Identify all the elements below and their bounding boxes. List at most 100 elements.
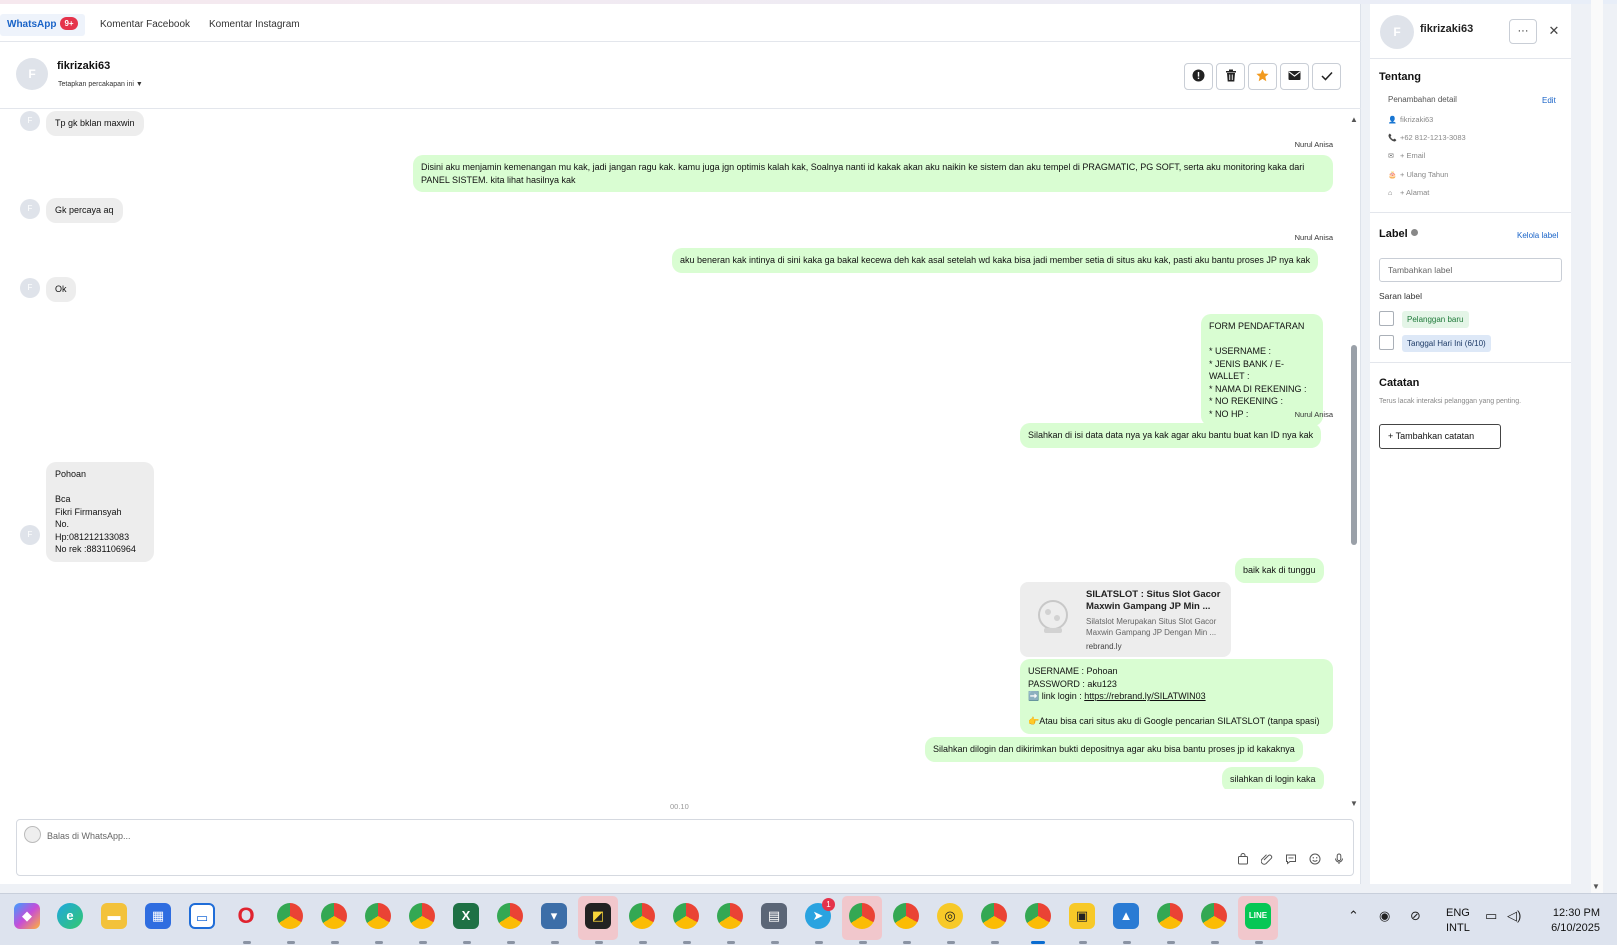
tab-whatsapp[interactable]: WhatsApp 9+ <box>0 14 85 36</box>
login-link[interactable]: https://rebrand.ly/SILATWIN03 <box>1084 691 1205 701</box>
edge-icon[interactable]: e <box>57 903 83 929</box>
detail-email[interactable]: ✉ + Email <box>1388 151 1425 160</box>
app-icon[interactable]: ◎ <box>937 903 963 929</box>
outgoing-message[interactable]: Silahkan dilogin dan dikirimkan bukti de… <box>925 737 1303 762</box>
calculator-icon[interactable]: ▤ <box>761 903 787 929</box>
chrome-icon[interactable] <box>497 903 523 929</box>
chrome-icon[interactable] <box>981 903 1007 929</box>
shopping-bag-icon[interactable] <box>1235 853 1251 869</box>
chevron-up-icon[interactable]: ⌃ <box>1348 908 1359 924</box>
chrome-icon[interactable] <box>409 903 435 929</box>
file-explorer-icon[interactable]: ▬ <box>101 903 127 929</box>
info-button[interactable] <box>1184 63 1213 90</box>
running-indicator <box>991 941 999 944</box>
incoming-message[interactable]: Gk percaya aq <box>46 198 123 223</box>
input-language-indicator[interactable]: ENG INTL <box>1446 906 1470 936</box>
tab-komentar-facebook[interactable]: Komentar Facebook <box>93 14 197 36</box>
detail-address[interactable]: ⌂ + Alamat <box>1388 188 1429 197</box>
phone-icon: 📞 <box>1388 135 1397 142</box>
detail-birthday[interactable]: 🎂 + Ulang Tahun <box>1388 170 1448 179</box>
outgoing-message[interactable]: aku beneran kak intinya di sini kaka ga … <box>672 248 1319 273</box>
reply-input[interactable] <box>47 827 1147 844</box>
pin-conversation-dropdown[interactable]: Tetapkan percakapan ini ▼ <box>58 81 143 88</box>
copilot-icon[interactable]: ◆ <box>14 903 40 929</box>
scroll-down-arrow[interactable]: ▼ <box>1592 882 1600 891</box>
security-icon[interactable]: ◉ <box>1379 908 1390 924</box>
running-indicator <box>595 941 603 944</box>
excel-icon[interactable]: X <box>453 903 479 929</box>
email-button[interactable] <box>1280 63 1309 90</box>
label-title-text: Label <box>1379 228 1408 240</box>
suggestion-chip[interactable]: Pelanggan baru <box>1402 311 1469 328</box>
suggestion-chip[interactable]: Tanggal Hari Ini (6/10) <box>1402 335 1491 352</box>
line-app-icon[interactable]: LINE <box>1245 903 1271 929</box>
incoming-message[interactable]: Ok <box>46 277 76 302</box>
info-icon[interactable] <box>1410 229 1418 236</box>
sticky-notes-icon[interactable]: ◩ <box>585 903 611 929</box>
delete-button[interactable] <box>1216 63 1245 90</box>
resolve-button[interactable] <box>1312 63 1341 90</box>
outgoing-message[interactable]: USERNAME : Pohoan PASSWORD : aku123 ➡️ l… <box>1020 659 1333 734</box>
microphone-icon[interactable] <box>1331 853 1347 869</box>
detail-phone[interactable]: 📞 +62 812-1213-3083 <box>1388 133 1466 142</box>
photos-icon[interactable]: ▲ <box>1113 903 1139 929</box>
add-label-input[interactable] <box>1379 258 1562 282</box>
suggestion-checkbox[interactable] <box>1379 335 1394 350</box>
star-button[interactable] <box>1248 63 1277 90</box>
chrome-icon[interactable] <box>365 903 391 929</box>
close-icon[interactable]: ✕ <box>1546 23 1562 39</box>
mail-app-icon[interactable]: ▾ <box>541 903 567 929</box>
link-preview-card[interactable]: SILATSLOT : Situs Slot Gacor Maxwin Gamp… <box>1020 582 1231 657</box>
incoming-message[interactable]: Tp gk bklan maxwin <box>46 111 144 136</box>
info-icon <box>1192 69 1205 82</box>
incoming-message[interactable]: Pohoan Bca Fikri Firmansyah No. Hp:08121… <box>46 462 154 562</box>
chrome-icon[interactable] <box>321 903 347 929</box>
page-scrollbar[interactable]: ▼ <box>1591 0 1603 893</box>
outgoing-message[interactable]: baik kak di tunggu <box>1235 558 1324 583</box>
message-scrollbar[interactable]: ▲ ▼ <box>1349 115 1359 808</box>
more-options-button[interactable]: ··· <box>1509 19 1537 44</box>
chrome-icon[interactable] <box>1025 903 1051 929</box>
outgoing-message[interactable]: silahkan di login kaka <box>1222 767 1324 789</box>
check-icon <box>1320 71 1333 81</box>
cake-icon: 🎂 <box>1388 172 1397 179</box>
attachment-icon[interactable] <box>1259 853 1275 869</box>
volume-icon[interactable]: ◁) <box>1507 908 1521 924</box>
edit-details-link[interactable]: Edit <box>1542 96 1556 105</box>
clock-date: 6/10/2025 <box>1551 922 1600 934</box>
chrome-icon[interactable] <box>1157 903 1183 929</box>
manage-labels-link[interactable]: Kelola label <box>1517 231 1558 240</box>
chrome-icon[interactable] <box>629 903 655 929</box>
opera-icon[interactable]: O <box>233 903 259 929</box>
chrome-icon[interactable] <box>1201 903 1227 929</box>
window-icon[interactable]: ▭ <box>189 903 215 929</box>
running-indicator <box>551 941 559 944</box>
emoji-icon[interactable] <box>1307 853 1323 869</box>
add-note-button[interactable]: + Tambahkan catatan <box>1379 424 1501 449</box>
pin-label: Tetapkan percakapan ini <box>58 81 134 88</box>
chrome-icon[interactable] <box>849 903 875 929</box>
display-icon[interactable]: ▭ <box>1485 908 1497 924</box>
scroll-down-arrow[interactable]: ▼ <box>1350 799 1358 808</box>
scroll-up-arrow[interactable]: ▲ <box>1350 115 1358 124</box>
detail-value: + Alamat <box>1400 188 1430 197</box>
suggestion-checkbox[interactable] <box>1379 311 1394 326</box>
app-icon[interactable]: ▣ <box>1069 903 1095 929</box>
chrome-icon[interactable] <box>277 903 303 929</box>
quick-reply-icon[interactable] <box>1283 853 1299 869</box>
outgoing-message[interactable]: Disini aku menjamin kemenangan mu kak, j… <box>413 155 1333 192</box>
message-list[interactable]: F Tp gk bklan maxwin Nurul Anisa Disini … <box>8 111 1348 789</box>
lang-layout: INTL <box>1446 922 1470 934</box>
chrome-icon[interactable] <box>717 903 743 929</box>
store-icon[interactable]: ▦ <box>145 903 171 929</box>
contact-avatar[interactable]: F <box>1380 15 1414 49</box>
tab-komentar-instagram[interactable]: Komentar Instagram <box>202 14 307 36</box>
outgoing-message[interactable]: Silahkan di isi data data nya ya kak aga… <box>1020 423 1322 448</box>
clock-time: 12:30 PM <box>1552 907 1600 919</box>
scroll-thumb[interactable] <box>1351 345 1357 545</box>
clock[interactable]: 12:30 PM 6/10/2025 <box>1528 906 1600 936</box>
chrome-icon[interactable] <box>673 903 699 929</box>
chrome-icon[interactable] <box>893 903 919 929</box>
contact-avatar[interactable]: F <box>16 58 48 90</box>
network-icon[interactable]: ⊘ <box>1410 908 1421 924</box>
